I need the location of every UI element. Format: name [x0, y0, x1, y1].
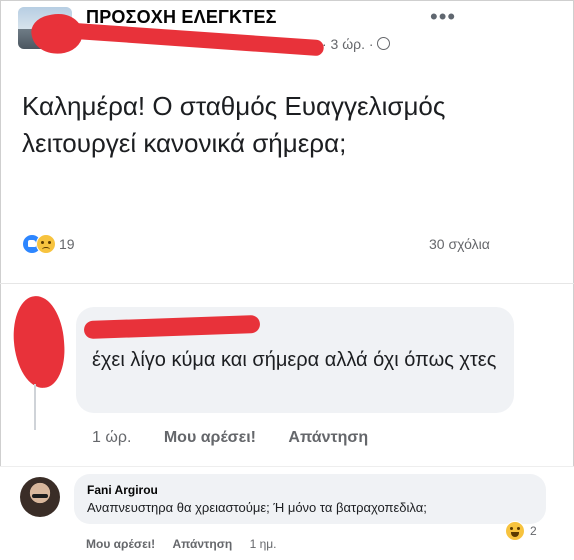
- globe-icon: [376, 37, 390, 50]
- post-text: Καλημέρα! Ο σταθμός Ευαγγελισμός λειτουρ…: [22, 91, 446, 158]
- reply-button[interactable]: Απάντηση: [288, 429, 368, 447]
- avatar[interactable]: [20, 477, 60, 517]
- comment-time[interactable]: 1 ώρ.: [92, 429, 131, 447]
- comment-text: έχει λίγο κύμα και σήμερα αλλά όχι όπως …: [92, 349, 497, 371]
- reply-text: Αναπνευστηρα θα χρειαστούμε; Ή μόνο τα β…: [87, 500, 427, 515]
- reply-reply-button[interactable]: Απάντηση: [172, 537, 232, 551]
- reply-actions: Μου αρέσει! Απάντηση 1 ημ.: [86, 537, 277, 551]
- reply-bubble: [74, 474, 546, 524]
- comment-actions: 1 ώρ. Μου αρέσει! Απάντηση: [92, 429, 368, 447]
- reaction-count[interactable]: 19: [59, 236, 75, 252]
- reply-like-button[interactable]: Μου αρέσει!: [86, 537, 155, 551]
- like-button[interactable]: Μου αρέσει!: [164, 429, 256, 447]
- reply-time[interactable]: 1 ημ.: [250, 537, 277, 551]
- post-meta: · 3 ώρ. ·: [322, 36, 390, 52]
- post-time[interactable]: · 3 ώρ. ·: [322, 36, 374, 52]
- divider: [0, 283, 574, 284]
- reply-author-name[interactable]: Fani Argirou: [87, 483, 158, 497]
- comment-count[interactable]: 30 σχόλια: [429, 236, 490, 252]
- more-options-icon[interactable]: •••: [430, 4, 456, 30]
- laugh-icon[interactable]: [505, 521, 525, 541]
- thread-line: [34, 384, 36, 430]
- reply-reaction-count[interactable]: 2: [530, 524, 537, 538]
- sad-icon: [36, 234, 56, 254]
